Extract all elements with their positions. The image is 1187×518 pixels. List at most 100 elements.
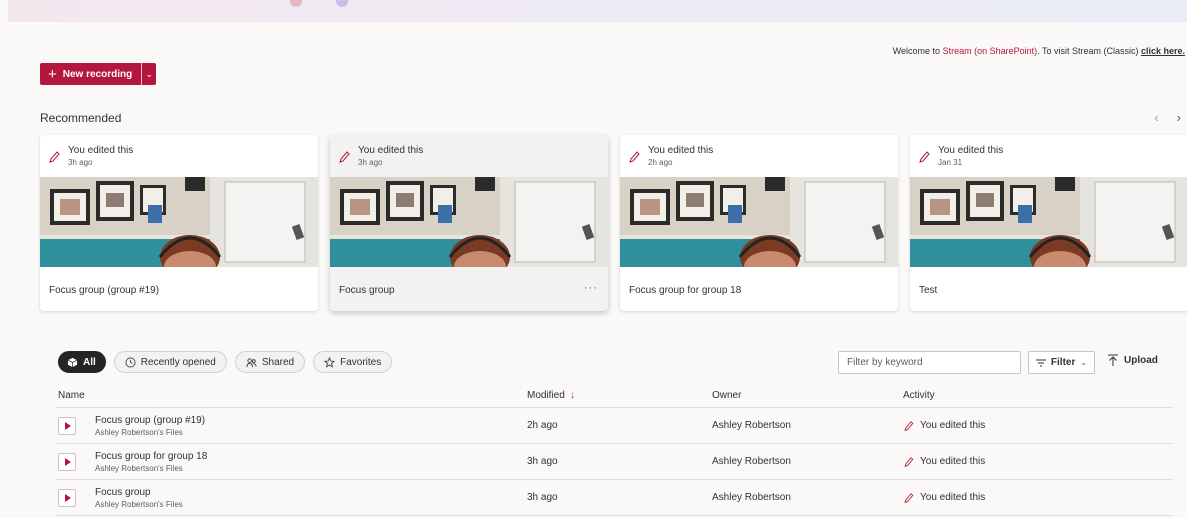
card-header: You edited this 3h ago <box>48 145 133 167</box>
card-time: 3h ago <box>68 158 93 167</box>
pencil-icon <box>338 150 350 164</box>
file-location: Ashley Robertson's Files <box>95 499 183 509</box>
modified-cell: 3h ago <box>527 456 558 467</box>
recommended-card[interactable]: You edited this 3h ago Focus group (grou… <box>40 135 318 311</box>
column-header-activity[interactable]: Activity <box>903 390 1173 401</box>
card-header: You edited this Jan 31 <box>918 145 1003 167</box>
recommended-card[interactable]: You edited this 2h ago Focus group for g… <box>620 135 898 311</box>
sort-descending-icon: ↓ <box>569 389 575 401</box>
chevron-down-icon: ⌄ <box>145 68 153 79</box>
carousel-prev-icon[interactable]: ‹ <box>1154 110 1158 125</box>
clock-icon <box>125 357 136 367</box>
card-title: Focus group (group #19) <box>49 285 160 296</box>
upload-icon <box>1108 354 1118 366</box>
welcome-middle: . To visit Stream (Classic) <box>1037 46 1141 56</box>
activity-text: You edited this <box>920 420 986 431</box>
file-location: Ashley Robertson's Files <box>95 463 183 473</box>
file-name-cell: Focus group (group #19) Ashley Robertson… <box>55 415 527 437</box>
video-file-icon <box>58 452 76 471</box>
modified-cell: 3h ago <box>527 492 558 503</box>
pencil-icon <box>903 456 914 468</box>
card-title: Focus group for group 18 <box>629 285 742 296</box>
owner-cell: Ashley Robertson <box>712 492 791 503</box>
carousel-nav: ‹ › <box>1154 110 1181 125</box>
card-activity: You edited this <box>68 145 134 156</box>
upload-button[interactable]: Upload <box>1108 354 1158 367</box>
card-time: 2h ago <box>648 158 673 167</box>
activity-cell: You edited this <box>903 420 1173 432</box>
card-time: 3h ago <box>358 158 383 167</box>
column-header-owner[interactable]: Owner <box>712 390 903 401</box>
column-header-modified[interactable]: Modified ↓ <box>527 390 712 401</box>
video-thumbnail <box>40 177 318 267</box>
card-title: Focus group <box>339 285 395 296</box>
card-activity: You edited this <box>938 145 1004 156</box>
card-title: Test <box>919 285 938 296</box>
activity-cell: You edited this <box>903 492 1173 504</box>
video-thumbnail <box>620 177 898 267</box>
activity-text: You edited this <box>920 456 986 467</box>
filter-keyword-input[interactable] <box>838 351 1021 374</box>
upload-label: Upload <box>1124 355 1158 366</box>
pill-recently-opened[interactable]: Recently opened <box>113 351 227 373</box>
video-file-icon <box>58 416 76 435</box>
column-header-name[interactable]: Name <box>55 390 527 401</box>
welcome-prefix: Welcome to <box>892 46 943 56</box>
pill-shared[interactable]: Shared <box>234 351 306 373</box>
file-name[interactable]: Focus group for group 18 <box>95 451 207 462</box>
new-recording-dropdown[interactable]: ⌄ <box>142 63 157 85</box>
pill-label: Favorites <box>340 356 382 368</box>
file-name[interactable]: Focus group (group #19) <box>95 415 205 426</box>
file-name-cell: Focus group Ashley Robertson's Files <box>55 487 527 509</box>
recommended-card[interactable]: You edited this Jan 31 Test <box>910 135 1187 311</box>
banner-decoration <box>336 0 348 7</box>
carousel-next-icon[interactable]: › <box>1177 110 1181 125</box>
file-name[interactable]: Focus group <box>95 487 183 498</box>
filter-lines-icon <box>1035 359 1046 366</box>
people-icon <box>246 357 257 367</box>
filter-pills: All Recently opened Shared Favorites <box>58 351 393 373</box>
pill-label: Shared <box>261 356 295 368</box>
classic-click-here-link[interactable]: click here. <box>1141 46 1185 56</box>
pencil-icon <box>918 150 930 164</box>
card-header: You edited this 3h ago <box>338 145 423 167</box>
pill-label: All <box>83 356 96 368</box>
stream-sharepoint-link[interactable]: Stream (on SharePoint) <box>943 46 1038 56</box>
card-activity: You edited this <box>648 145 714 156</box>
top-banner <box>8 0 1187 22</box>
pencil-icon <box>903 420 914 432</box>
table-row[interactable]: Focus group (group #19) Ashley Robertson… <box>55 408 1173 444</box>
filter-button[interactable]: Filter ⌄ <box>1028 351 1095 374</box>
recommended-title: Recommended <box>40 111 122 125</box>
banner-decoration <box>290 0 302 7</box>
table-row[interactable]: Focus group Ashley Robertson's Files 3h … <box>55 480 1173 516</box>
cube-icon <box>67 357 78 367</box>
more-options-icon[interactable]: ··· <box>584 282 598 294</box>
modified-cell: 2h ago <box>527 420 558 431</box>
new-recording-label: New recording <box>62 68 133 80</box>
new-recording-button[interactable]: + New recording <box>40 63 142 85</box>
chevron-down-icon: ⌄ <box>1080 358 1088 367</box>
card-activity: You edited this <box>358 145 424 156</box>
pill-favorites[interactable]: Favorites <box>313 351 393 373</box>
video-file-icon <box>58 488 76 507</box>
plus-icon: + <box>48 65 57 83</box>
pencil-icon <box>48 150 60 164</box>
card-header: You edited this 2h ago <box>628 145 713 167</box>
recommended-card[interactable]: You edited this 3h ago Focus group ··· <box>330 135 608 311</box>
table-row[interactable]: Focus group for group 18 Ashley Robertso… <box>55 444 1173 480</box>
file-location: Ashley Robertson's Files <box>95 427 183 437</box>
filter-label: Filter <box>1050 357 1076 368</box>
star-icon <box>324 356 336 368</box>
card-time: Jan 31 <box>938 158 963 167</box>
pill-all[interactable]: All <box>58 351 106 373</box>
pencil-icon <box>903 492 914 504</box>
files-table: Name Modified ↓ Owner Activity Focus gro… <box>55 383 1173 516</box>
welcome-message: Welcome to Stream (on SharePoint). To vi… <box>893 46 1185 56</box>
activity-cell: You edited this <box>903 456 1173 468</box>
table-header: Name Modified ↓ Owner Activity <box>55 383 1173 408</box>
owner-cell: Ashley Robertson <box>712 420 791 431</box>
new-recording-split-button: + New recording ⌄ <box>40 63 157 85</box>
activity-text: You edited this <box>920 492 986 503</box>
video-thumbnail <box>910 177 1187 267</box>
